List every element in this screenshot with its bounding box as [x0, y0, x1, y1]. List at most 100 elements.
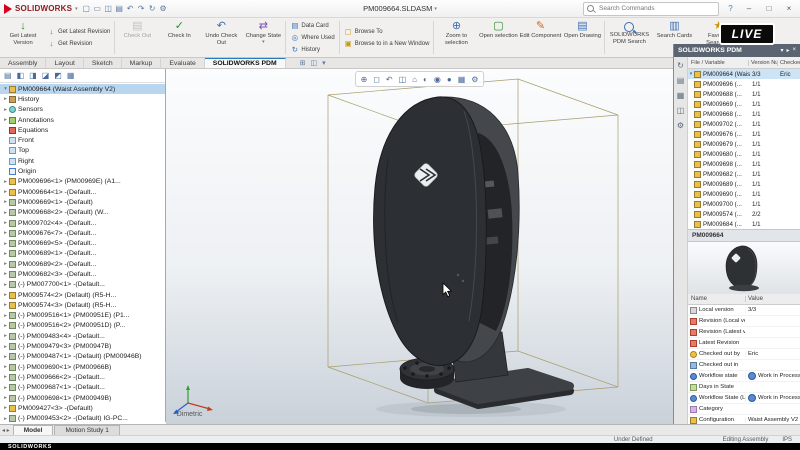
- maximize-button[interactable]: □: [762, 4, 776, 13]
- expand-arrow-icon[interactable]: ▸: [2, 189, 9, 195]
- expand-arrow-icon[interactable]: ▸: [2, 313, 9, 319]
- property-row[interactable]: Local version 3/3: [688, 305, 800, 316]
- pdm-file-row[interactable]: PM009680 (... 1/1: [688, 149, 800, 159]
- browse-to-button[interactable]: ▢ Browse To: [341, 26, 433, 37]
- expand-arrow-icon[interactable]: ▾: [2, 86, 9, 92]
- tree-item[interactable]: ▸ (-) PM009516<2> (PM00951D) (P...: [0, 321, 165, 331]
- pdm-file-row[interactable]: PM009690 (... 1/1: [688, 189, 800, 199]
- pdm-file-row[interactable]: PM009669 (... 1/1: [688, 99, 800, 109]
- tree-item[interactable]: ▸ (-) PM009483<4> -(Default...: [0, 331, 165, 341]
- expand-arrow-icon[interactable]: ▸: [2, 395, 9, 401]
- tab-scroll-arrows-icon[interactable]: ◂ ▸: [2, 427, 10, 434]
- check-in-button[interactable]: ✓ Check In: [158, 18, 200, 57]
- tree-item[interactable]: ▸ PM009664<1> -(Default...: [0, 187, 165, 197]
- tab-solidworks-pdm[interactable]: SOLIDWORKS PDM: [205, 58, 286, 68]
- expand-arrow-icon[interactable]: ▸: [2, 271, 9, 277]
- edit-component-button[interactable]: ✎ Edit Component: [519, 18, 561, 57]
- solidworks-pdm-search-button[interactable]: SOLIDWORKS PDM Search: [606, 18, 652, 57]
- tree-item[interactable]: ▸ PM009668<2> -(Default) (W...: [0, 208, 165, 218]
- tree-item[interactable]: ▸ (-) PM009516<1> (PM00951E) (P1...: [0, 311, 165, 321]
- tree-item[interactable]: ▸ (-) PM009666<2> -(Default...: [0, 372, 165, 382]
- expand-arrow-icon[interactable]: ▸: [2, 374, 9, 380]
- expand-arrow-icon[interactable]: ▸: [2, 179, 9, 185]
- pdm-file-row[interactable]: PM009668 (... 1/1: [688, 109, 800, 119]
- expand-arrow-icon[interactable]: ▸: [2, 416, 9, 422]
- change-state-button[interactable]: ⇄ Change State ▾: [242, 18, 284, 57]
- open-selection-button[interactable]: ▢ Open selection: [477, 18, 519, 57]
- close-button[interactable]: ×: [782, 4, 796, 13]
- expand-arrow-icon[interactable]: ▸: [2, 364, 9, 370]
- pdm-refresh-icon[interactable]: ↻: [677, 61, 684, 70]
- tree-item[interactable]: Origin: [0, 166, 165, 176]
- tree-item[interactable]: ▸ (-) PM009690<1> (PM00966B): [0, 362, 165, 372]
- options-gear-icon[interactable]: ⚙: [158, 4, 169, 13]
- new-file-icon[interactable]: ▢: [81, 4, 92, 13]
- tab-sketch[interactable]: Sketch: [84, 58, 122, 68]
- expand-arrow-icon[interactable]: ▸: [2, 261, 9, 267]
- get-revision-button[interactable]: ↓ Get Revision: [44, 38, 113, 49]
- tab-evaluate[interactable]: Evaluate: [161, 58, 204, 68]
- search-commands-input[interactable]: [597, 4, 715, 13]
- save-icon[interactable]: ◫: [103, 4, 114, 13]
- undo-icon[interactable]: ↶: [125, 4, 136, 13]
- view-settings-icon[interactable]: ⚙: [471, 75, 478, 84]
- featuremanager-tab-icon[interactable]: ▤: [4, 71, 12, 80]
- pdm-settings-icon[interactable]: ⚙: [677, 121, 684, 130]
- zoom-area-icon[interactable]: ◻: [373, 75, 380, 84]
- pdm-file-row[interactable]: PM009698 (... 1/1: [688, 159, 800, 169]
- property-row[interactable]: Category: [688, 404, 800, 415]
- property-row[interactable]: Revision (Latest ver...: [688, 327, 800, 338]
- tab-model[interactable]: Model: [13, 425, 54, 435]
- scene-icon[interactable]: ▦: [458, 75, 466, 84]
- tree-item[interactable]: ▸ PM009669<5> -(Default...: [0, 238, 165, 248]
- tree-item[interactable]: ▸ PM009676<7> -(Default...: [0, 228, 165, 238]
- section-view-icon[interactable]: ◫: [399, 75, 407, 84]
- pdm-grid-view-icon[interactable]: ▦: [677, 91, 685, 100]
- tree-item[interactable]: Top: [0, 146, 165, 156]
- propertymanager-tab-icon[interactable]: ◧: [17, 71, 25, 80]
- document-title[interactable]: PM009664.SLDASM ▾: [363, 4, 437, 13]
- expand-arrow-icon[interactable]: ▸: [2, 117, 9, 123]
- tab-layout[interactable]: Layout: [46, 58, 83, 68]
- tree-item[interactable]: ▸ PM009427<3> -(Default): [0, 403, 165, 413]
- tree-item[interactable]: ▸ (-) PM009698<1> (PM00949B): [0, 393, 165, 403]
- redo-icon[interactable]: ↷: [136, 4, 147, 13]
- expand-arrow-icon[interactable]: ▸: [2, 251, 9, 257]
- pdm-file-row[interactable]: PM009676 (... 1/1: [688, 129, 800, 139]
- property-row[interactable]: Workflow State (Lat... Work in Process (…: [688, 393, 800, 404]
- pdm-file-row[interactable]: PM009696 (... 1/1: [688, 79, 800, 89]
- tab-markup[interactable]: Markup: [122, 58, 162, 68]
- pdm-pane-close-icon[interactable]: ×: [792, 47, 796, 54]
- display-style-icon[interactable]: ◐: [423, 75, 428, 84]
- expand-arrow-icon[interactable]: ▸: [2, 241, 9, 247]
- expand-arrow-icon[interactable]: ▸: [2, 405, 9, 411]
- pdm-list-view-icon[interactable]: ▤: [677, 76, 685, 85]
- print-icon[interactable]: ▤: [114, 4, 125, 13]
- tree-item[interactable]: ▸ (-) PM009453<2> -(Default) IG-PC...: [0, 414, 165, 423]
- viewport-split-icon[interactable]: ⊞: [300, 59, 306, 67]
- tree-item[interactable]: ▸ PM009702<4> -(Default...: [0, 218, 165, 228]
- tree-item[interactable]: ▸ History: [0, 94, 165, 104]
- open-file-icon[interactable]: ▭: [92, 4, 103, 13]
- pdm-file-row[interactable]: PM009702 (... 1/1: [688, 119, 800, 129]
- get-latest-revision-button[interactable]: ↓ Get Latest Revision: [44, 26, 113, 37]
- tree-item[interactable]: Front: [0, 135, 165, 145]
- tree-item[interactable]: ▸ Annotations: [0, 115, 165, 125]
- help-icon[interactable]: ?: [725, 4, 736, 13]
- tree-item[interactable]: ▸ (-) PM009487<1> -(Default) (PM00946B): [0, 352, 165, 362]
- tree-item[interactable]: ▸ PM009696<1> (PM00969E) (A1...: [0, 177, 165, 187]
- data-card-button[interactable]: ▤ Data Card: [287, 20, 337, 31]
- status-units[interactable]: IPS: [782, 437, 792, 443]
- expand-arrow-icon[interactable]: ▸: [2, 210, 9, 216]
- expand-arrow-icon[interactable]: ▸: [2, 292, 9, 298]
- pdm-file-row[interactable]: PM009679 (... 1/1: [688, 139, 800, 149]
- pdm-file-row[interactable]: PM009684 (... 1/1: [688, 219, 800, 229]
- property-row[interactable]: Workflow state Work in Process (Q5...: [688, 371, 800, 382]
- pdm-pane-menu-icon[interactable]: ▾: [780, 47, 783, 54]
- pane-layout-icon[interactable]: ◫: [311, 59, 318, 67]
- property-row[interactable]: Configuration Waist Assembly V2: [688, 415, 800, 424]
- graphics-viewport[interactable]: ⊕◻↶◫⌂◐◉●▦⚙: [166, 69, 673, 424]
- tab-motion-study-1[interactable]: Motion Study 1: [54, 425, 119, 435]
- pdm-pane-tab-icon[interactable]: ▦: [67, 71, 75, 80]
- tab-assembly[interactable]: Assembly: [0, 58, 46, 68]
